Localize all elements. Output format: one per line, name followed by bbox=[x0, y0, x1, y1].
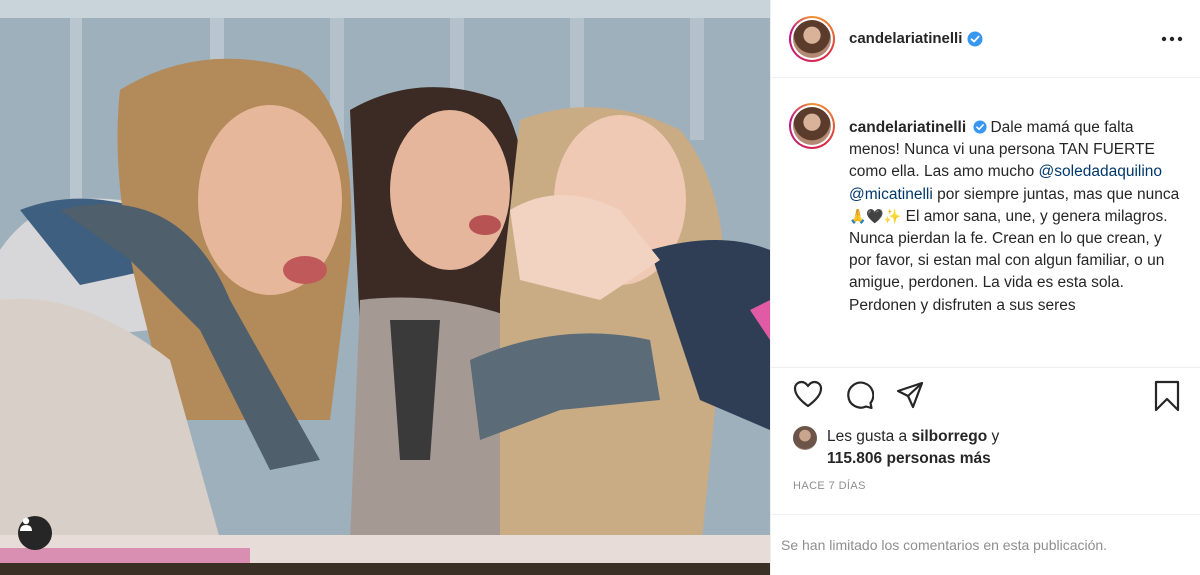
share-icon[interactable] bbox=[895, 380, 925, 415]
caption-emojis: 🙏🖤✨ bbox=[849, 208, 902, 225]
caption-verified-icon bbox=[973, 120, 988, 134]
post-photo bbox=[0, 0, 770, 575]
comments-notice-text: Se han limitado los comentarios en esta … bbox=[781, 537, 1108, 553]
comment-icon[interactable] bbox=[844, 380, 875, 415]
author-avatar[interactable] bbox=[789, 15, 835, 62]
mention-micatinelli[interactable]: @micatinelli bbox=[849, 186, 933, 203]
bookmark-icon[interactable] bbox=[1153, 380, 1181, 417]
action-bar bbox=[771, 370, 1200, 420]
author-username[interactable]: candelariatinelli bbox=[849, 30, 962, 47]
post-details-panel: candelariatinelli candelariatinelli Dale… bbox=[770, 0, 1200, 575]
photo-bottom-strip bbox=[0, 563, 770, 575]
mention-soledadaquilino[interactable]: @soledadaquilino bbox=[1039, 163, 1162, 180]
caption-body-2: por siempre juntas, mas que nunca bbox=[932, 185, 1180, 203]
post-date[interactable]: HACE 7 DÍAS bbox=[793, 480, 866, 492]
caption-area: candelariatinelli Dale mamá que falta me… bbox=[771, 96, 1200, 371]
verified-badge-icon bbox=[967, 31, 983, 47]
more-options-icon[interactable] bbox=[1161, 29, 1183, 47]
caption-username[interactable]: candelariatinelli bbox=[849, 119, 966, 136]
heart-icon[interactable] bbox=[793, 380, 823, 413]
caption-text: candelariatinelli Dale mamá que falta me… bbox=[849, 117, 1187, 317]
post-header: candelariatinelli bbox=[771, 0, 1200, 78]
likes-connector: y bbox=[987, 428, 1000, 445]
user-tag-button[interactable] bbox=[18, 516, 52, 550]
likes-prefix: Les gusta a bbox=[827, 428, 912, 445]
caption-avatar[interactable] bbox=[789, 103, 835, 149]
comments-limited-notice: Se han limitado los comentarios en esta … bbox=[771, 514, 1200, 575]
likes-summary: Les gusta a silborrego y 115.806 persona… bbox=[793, 426, 999, 470]
likes-count[interactable]: 115.806 personas más bbox=[827, 450, 991, 467]
liker-avatar[interactable] bbox=[793, 426, 817, 450]
divider bbox=[771, 367, 1200, 368]
photo-illustration bbox=[0, 0, 770, 575]
liker-username[interactable]: silborrego bbox=[911, 428, 987, 445]
